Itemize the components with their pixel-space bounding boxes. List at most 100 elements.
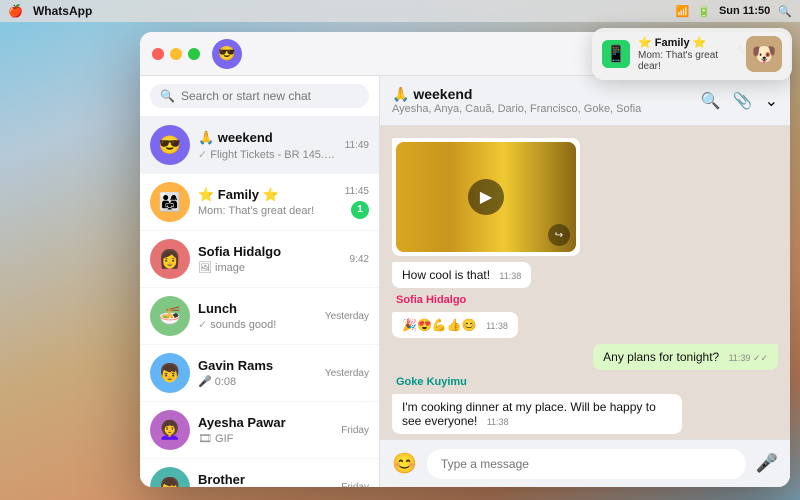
chat-name-lunch: Lunch [198, 301, 317, 316]
whatsapp-window: 😎 ✏️ ⌄ 🔍 😎 [140, 32, 790, 487]
chat-meta-ayesha: Friday [341, 425, 369, 436]
message-how-cool: How cool is that! 11:38 [392, 262, 531, 288]
message-bubble-how-cool: How cool is that! 11:38 [392, 262, 531, 288]
wifi-icon: 📶 [676, 5, 690, 18]
attach-icon[interactable]: 📎 [733, 91, 753, 111]
notification-message: Mom: That's great dear! [638, 50, 738, 72]
notification-app-icon: 📱 [602, 40, 630, 68]
chat-name-brother: Brother [198, 472, 333, 487]
chat-time-brother: Friday [341, 482, 369, 488]
chat-avatar-gavin: 👦 [150, 353, 190, 393]
message-bubble-cooking: I'm cooking dinner at my place. Will be … [392, 394, 682, 434]
chat-input-bar: 😊 🎤 [380, 439, 790, 487]
menubar: 🍎 WhatsApp 📶 🔋 Sun 11:50 🔍 [0, 0, 800, 22]
chat-time-ayesha: Friday [341, 425, 369, 436]
search-input[interactable] [181, 89, 359, 103]
notification-body: ⭐ Family ⭐ Mom: That's great dear! [638, 36, 738, 72]
chat-info-sofia: Sofia Hidalgo 🖼 image [198, 244, 342, 274]
chat-avatar-sofia: 👩 [150, 239, 190, 279]
chat-item-ayesha[interactable]: 👩‍🦱 Ayesha Pawar 🎞 GIF Friday [140, 402, 379, 459]
mic-icon[interactable]: 🎤 [756, 453, 778, 474]
chat-preview-family: Mom: That's great dear! [198, 205, 337, 217]
chat-preview-sofia: 🖼 image [198, 261, 342, 274]
chat-time-weekend: 11:49 [345, 140, 369, 151]
chat-item-gavin[interactable]: 👦 Gavin Rams 🎤 0:08 Yesterday [140, 345, 379, 402]
sidebar-search: 🔍 [140, 76, 379, 117]
close-button[interactable] [152, 48, 164, 60]
chat-area: 🙏 weekend Ayesha, Anya, Cauã, Dario, Fra… [380, 76, 790, 487]
video-thumbnail[interactable]: ▶ ↪ [396, 142, 576, 252]
menubar-right: 📶 🔋 Sun 11:50 🔍 [676, 5, 792, 18]
sidebar: 🔍 😎 🙏 weekend ✓ Flight Tickets - BR 145.… [140, 76, 380, 487]
chat-item-brother[interactable]: 👦 Brother 😂 Friday [140, 459, 379, 487]
minimize-button[interactable] [170, 48, 182, 60]
search-icon: 🔍 [160, 89, 175, 103]
chat-meta-sofia: 9:42 [350, 254, 369, 265]
play-button[interactable]: ▶ [468, 179, 504, 215]
chat-time-family: 11:45 [345, 186, 369, 197]
message-plans: Any plans for tonight? 11:39 ✓✓ [593, 344, 778, 370]
video-bubble: ▶ ↪ [392, 138, 580, 256]
message-emojis: 🎉😍💪👍😊 11:38 [392, 312, 518, 338]
message-bubble-emojis: 🎉😍💪👍😊 11:38 [392, 312, 518, 338]
chat-header-members: Ayesha, Anya, Cauã, Dario, Francisco, Go… [392, 103, 691, 115]
message-input[interactable] [427, 449, 746, 479]
messages: ▶ ↪ How cool is that! 11:38 Sofia H [380, 126, 790, 439]
notification-title: ⭐ Family ⭐ [638, 36, 738, 49]
search-menubar-icon[interactable]: 🔍 [778, 5, 792, 18]
chat-info-brother: Brother 😂 [198, 472, 333, 487]
chat-avatar-ayesha: 👩‍🦱 [150, 410, 190, 450]
chat-time-gavin: Yesterday [325, 368, 369, 379]
message-time-plans: 11:39 ✓✓ [729, 353, 768, 363]
notification-avatar: 🐶 [746, 36, 782, 72]
clock: Sun 11:50 [719, 5, 770, 17]
chat-avatar-lunch: 🍜 [150, 296, 190, 336]
sender-label-goke: Goke Kuyimu [392, 376, 467, 388]
forward-button[interactable]: ↪ [548, 224, 570, 246]
message-time-how-cool: 11:38 [499, 271, 521, 281]
titlebar-avatar: 😎 [212, 39, 242, 69]
search-chat-icon[interactable]: 🔍 [701, 91, 721, 111]
chat-preview-gavin: 🎤 0:08 [198, 375, 317, 388]
chat-name-ayesha: Ayesha Pawar [198, 415, 333, 430]
chat-name-family: ⭐ Family ⭐ [198, 187, 337, 203]
more-icon[interactable]: ⌄ [765, 91, 778, 111]
chat-info-family: ⭐ Family ⭐ Mom: That's great dear! [198, 187, 337, 217]
battery-icon: 🔋 [697, 5, 711, 18]
chat-meta-weekend: 11:49 [345, 140, 369, 151]
message-time-emojis: 11:38 [486, 321, 508, 331]
chat-header-name: 🙏 weekend [392, 86, 691, 103]
chat-name-sofia: Sofia Hidalgo [198, 244, 342, 259]
chat-avatar-family: 👨‍👩‍👧 [150, 182, 190, 222]
emoji-content: 🎉😍💪👍😊 [402, 318, 477, 332]
chat-name-weekend: 🙏 weekend [198, 130, 337, 146]
sender-label-sofia: Sofia Hidalgo [392, 294, 466, 306]
desktop: 🍎 WhatsApp 📶 🔋 Sun 11:50 🔍 📱 ⭐ Family ⭐ … [0, 0, 800, 500]
apple-menu[interactable]: 🍎 [8, 4, 23, 18]
chat-preview-weekend: ✓ Flight Tickets - BR 145.pdf [198, 148, 337, 161]
chat-time-lunch: Yesterday [325, 311, 369, 322]
chat-item-sofia[interactable]: 👩 Sofia Hidalgo 🖼 image 9:42 [140, 231, 379, 288]
chat-badge-family: 1 [351, 201, 369, 219]
chat-item-family[interactable]: 👨‍👩‍👧 ⭐ Family ⭐ Mom: That's great dear!… [140, 174, 379, 231]
chat-item-lunch[interactable]: 🍜 Lunch ✓ sounds good! Yesterday [140, 288, 379, 345]
chat-name-gavin: Gavin Rams [198, 358, 317, 373]
wa-body: 🔍 😎 🙏 weekend ✓ Flight Tickets - BR 145.… [140, 76, 790, 487]
chat-meta-gavin: Yesterday [325, 368, 369, 379]
maximize-button[interactable] [188, 48, 200, 60]
message-cooking: I'm cooking dinner at my place. Will be … [392, 394, 682, 434]
notification-banner[interactable]: 📱 ⭐ Family ⭐ Mom: That's great dear! 🐶 [592, 28, 792, 80]
traffic-lights [152, 48, 200, 60]
chat-meta-brother: Friday [341, 482, 369, 488]
search-input-wrap[interactable]: 🔍 [150, 84, 369, 108]
chat-item-weekend[interactable]: 😎 🙏 weekend ✓ Flight Tickets - BR 145.pd… [140, 117, 379, 174]
chat-header-info: 🙏 weekend Ayesha, Anya, Cauã, Dario, Fra… [392, 86, 691, 115]
chat-meta-lunch: Yesterday [325, 311, 369, 322]
emoji-picker-icon[interactable]: 😊 [392, 451, 417, 476]
menubar-left: 🍎 WhatsApp [8, 4, 92, 18]
chat-preview-lunch: ✓ sounds good! [198, 318, 317, 331]
chat-info-lunch: Lunch ✓ sounds good! [198, 301, 317, 331]
chat-info-ayesha: Ayesha Pawar 🎞 GIF [198, 415, 333, 445]
chat-preview-ayesha: 🎞 GIF [198, 432, 333, 445]
chat-avatar-weekend: 😎 [150, 125, 190, 165]
